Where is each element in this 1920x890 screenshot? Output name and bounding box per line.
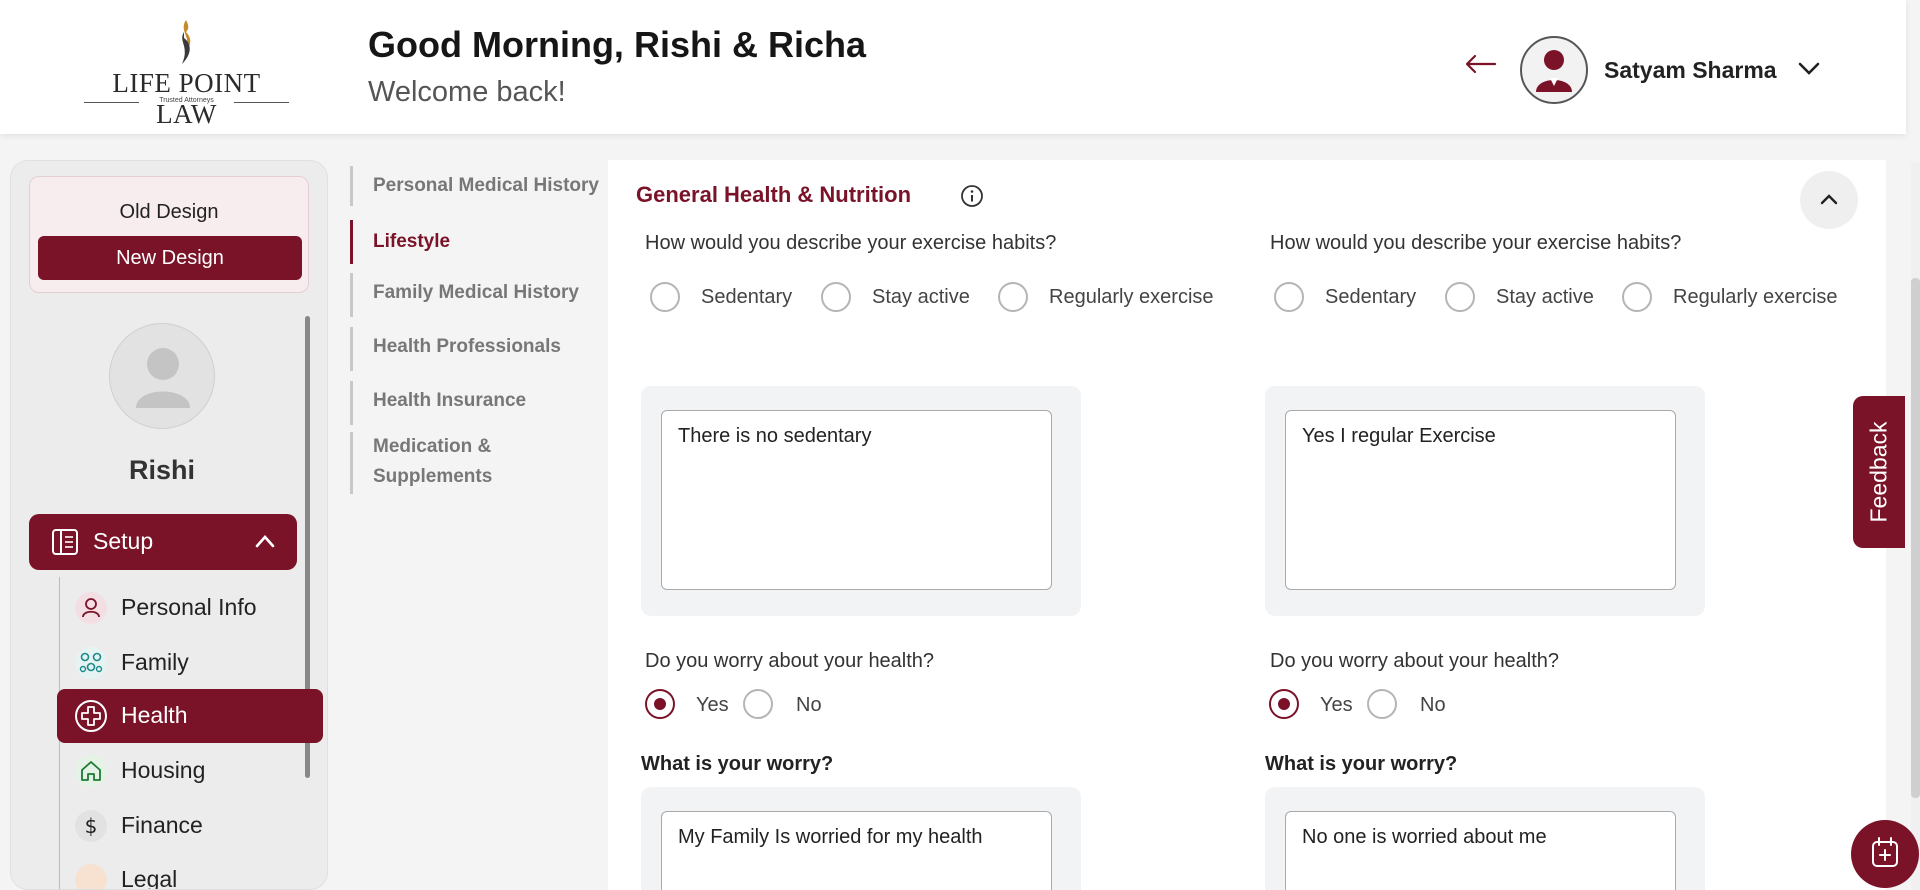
section-nav-family-medical-history[interactable]: Family Medical History [350,273,579,317]
sidebar-item-label: Legal [121,866,178,890]
add-calendar-icon [1872,837,1898,867]
top-header: LIFE POINT LAW Trusted Attorneys Good Mo… [0,0,1906,134]
home-icon [75,755,107,787]
profile-name: Rishi [128,455,195,485]
chevron-up-icon [255,535,275,548]
radio-label-regularly-exercise: Regularly exercise [1673,286,1838,308]
person-placeholder-icon [136,348,190,408]
main-panel: General Health & Nutrition How would you… [608,160,1886,890]
user-name[interactable]: Satyam Sharma [1604,57,1777,84]
dollar-icon: $ [75,810,107,842]
radio-regularly-exercise[interactable] [1622,282,1652,312]
legal-icon [75,864,107,889]
user-avatar-icon [1536,50,1572,92]
section-nav-lifestyle[interactable]: Lifestyle [350,220,450,264]
family-icon [75,647,107,679]
radio-label-stay-active: Stay active [872,286,970,308]
chevron-up-icon [1820,194,1838,205]
feedback-label: Feedback [1865,421,1892,523]
radio-label-stay-active: Stay active [1496,286,1594,308]
worry-question: Do you worry about your health? [1270,650,1560,672]
exercise-details-card: There is no sedentary [641,386,1081,616]
sidebar-item-label: Finance [121,812,203,838]
radio-worry-no[interactable] [743,689,773,719]
radio-sedentary[interactable] [650,282,680,312]
radio-label-sedentary: Sedentary [701,286,793,308]
radio-label-no: No [1420,694,1446,716]
sidebar: Old Design New Design Rishi Setup Person… [10,160,328,890]
worry-details-card: My Family Is worried for my health [641,787,1081,890]
sidebar-item-family[interactable]: Family [57,636,323,690]
radio-stay-active[interactable] [821,282,851,312]
radio-label-sedentary: Sedentary [1325,286,1417,308]
sidebar-item-label: Personal Info [121,594,257,620]
sidebar-item-housing[interactable]: Housing [57,744,323,798]
welcome-subtitle: Welcome back! [368,76,566,108]
chevron-down-icon[interactable] [1798,62,1820,76]
person-icon [75,592,107,624]
setup-book-icon [52,529,78,555]
radio-worry-yes[interactable] [1269,689,1299,719]
user-avatar[interactable] [1520,36,1588,104]
sidebar-item-label: Family [121,649,189,675]
svg-text:$: $ [85,814,98,838]
sidebar-item-label: Housing [121,757,206,783]
logo-rule-right [234,102,289,103]
exercise-question: How would you describe your exercise hab… [645,232,1057,254]
worry-details-textarea[interactable]: My Family Is worried for my health [661,811,1052,890]
radio-sedentary[interactable] [1274,282,1304,312]
section-title: General Health & Nutrition [636,182,912,207]
back-arrow-icon[interactable] [1465,54,1497,74]
radio-label-no: No [796,694,822,716]
sidebar-item-label: Health [121,702,188,728]
new-design-button[interactable]: New Design [38,236,302,280]
sidebar-item-health[interactable]: Health [57,689,323,743]
radio-label-regularly-exercise: Regularly exercise [1049,286,1214,308]
add-note-button[interactable] [1851,820,1919,888]
radio-worry-no[interactable] [1367,689,1397,719]
worry-details-textarea[interactable]: No one is worried about me [1285,811,1676,890]
section-nav-health-insurance[interactable]: Health Insurance [350,381,526,425]
radio-label-yes: Yes [696,694,729,716]
radio-worry-yes[interactable] [645,689,675,719]
sidebar-item-legal[interactable]: Legal [57,853,323,890]
sidebar-item-finance[interactable]: $ Finance [57,799,323,853]
worry-text-label: What is your worry? [641,753,834,775]
exercise-question: How would you describe your exercise hab… [1270,232,1682,254]
section-nav-personal-medical-history[interactable]: Personal Medical History [350,166,599,206]
exercise-details-textarea[interactable]: There is no sedentary [661,410,1052,590]
greeting-title: Good Morning, Rishi & Richa [368,24,866,65]
setup-label: Setup [93,528,154,554]
worry-question: Do you worry about your health? [645,650,935,672]
radio-stay-active[interactable] [1445,282,1475,312]
setup-menu-button[interactable]: Setup [29,514,297,570]
old-design-button[interactable]: Old Design [30,201,308,224]
radio-regularly-exercise[interactable] [998,282,1028,312]
exercise-details-textarea[interactable]: Yes I regular Exercise [1285,410,1676,590]
logo[interactable]: LIFE POINT LAW Trusted Attorneys [84,18,289,129]
main-scrollbar-thumb[interactable] [1911,278,1920,798]
profile-avatar[interactable] [109,323,215,429]
worry-details-card: No one is worried about me [1265,787,1705,890]
info-icon[interactable] [960,184,984,208]
section-nav: Personal Medical History Lifestyle Famil… [350,160,605,890]
health-cross-icon [75,700,107,732]
exercise-details-card: Yes I regular Exercise [1265,386,1705,616]
radio-label-yes: Yes [1320,694,1353,716]
section-nav-health-professionals[interactable]: Health Professionals [350,327,561,371]
feedback-tab[interactable]: Feedback [1853,396,1905,548]
sidebar-item-personal-info[interactable]: Personal Info [57,581,323,635]
logo-flame-icon [182,20,191,64]
section-nav-medication-supplements[interactable]: Medication & Supplements [350,432,555,494]
design-toggle: Old Design New Design [29,176,309,293]
collapse-section-button[interactable] [1800,171,1858,229]
worry-text-label: What is your worry? [1265,753,1458,775]
